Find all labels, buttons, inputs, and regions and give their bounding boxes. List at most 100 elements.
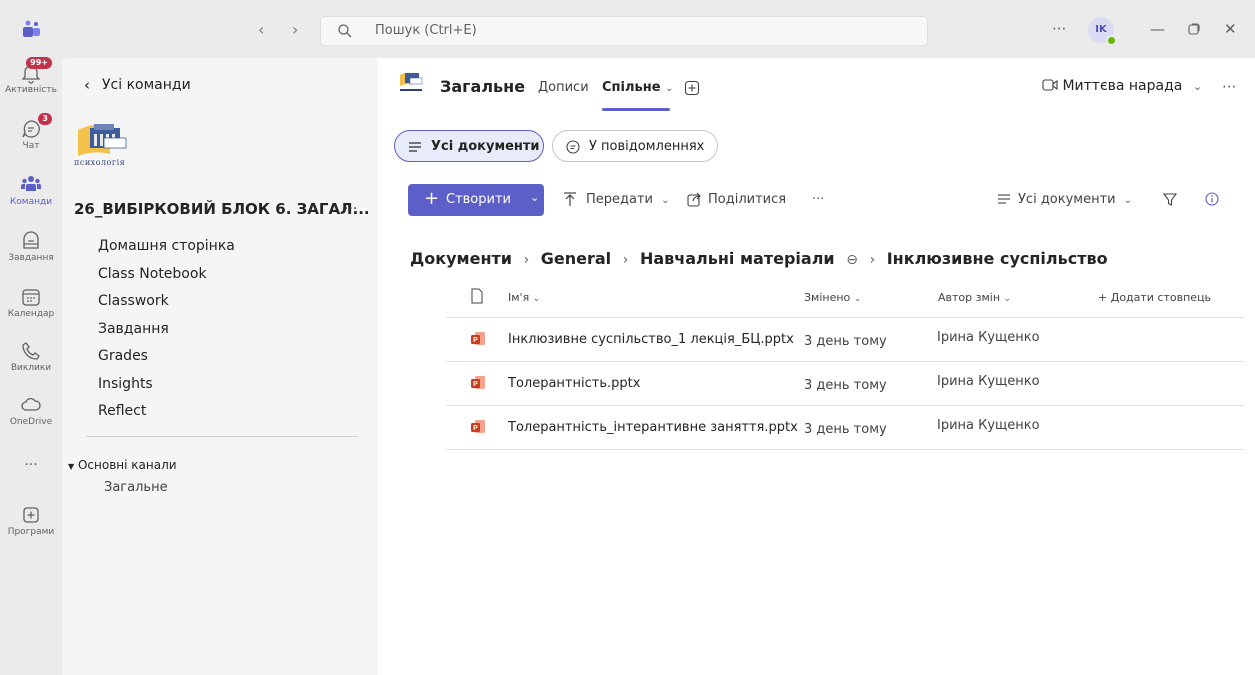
rail-label: Команди — [9, 197, 53, 207]
filter-all-documents[interactable]: Усі документи — [394, 130, 544, 162]
assignments-icon — [20, 230, 42, 252]
rail-item-calendar[interactable]: Календар — [0, 286, 62, 319]
main-content: Загальне Дописи Спільне ⌄ Миттєва нарада… — [378, 58, 1255, 675]
tab-posts[interactable]: Дописи — [538, 80, 589, 95]
add-column-label: Додати стовпець — [1110, 291, 1212, 304]
rail-item-calls[interactable]: Виклики — [0, 340, 62, 373]
link-icon[interactable]: ⊖ — [846, 252, 858, 268]
active-tab-indicator — [602, 108, 670, 111]
svg-text:P: P — [473, 337, 478, 344]
file-modified: 3 день тому — [804, 422, 887, 437]
close-button[interactable]: ✕ — [1224, 20, 1237, 38]
chevron-down-icon: ⌄ — [665, 83, 674, 94]
rail-item-chat[interactable]: 3 Чат — [0, 113, 62, 151]
toolbar-more-button[interactable]: ··· — [812, 192, 824, 207]
tab-shared-label: Спільне — [602, 80, 661, 95]
team-more-options-button[interactable]: ··· — [344, 201, 357, 217]
team-name: 26_ВИБІРКОВИЙ БЛОК 6. ЗАГАЛ... — [74, 200, 370, 218]
rail-label: Виклики — [10, 363, 52, 373]
rail-item-more[interactable]: ··· — [0, 456, 62, 473]
chevron-down-icon: ⌄ — [1123, 195, 1133, 206]
table-row[interactable]: P Толерантність_інтерантивне заняття.ppt… — [446, 406, 1244, 450]
search-icon — [338, 24, 352, 38]
avatar[interactable]: IK — [1088, 17, 1117, 46]
rail-item-teams[interactable]: Команди — [0, 174, 62, 207]
restore-icon[interactable] — [1187, 22, 1201, 36]
list-icon — [409, 142, 421, 152]
column-header-modified[interactable]: Змінено ⌄ — [804, 291, 861, 304]
column-header-name[interactable]: Ім'я ⌄ — [508, 291, 540, 304]
breadcrumb-item-general[interactable]: General — [541, 249, 611, 268]
rail-label: OneDrive — [9, 417, 53, 427]
nav-item-class-notebook[interactable]: Class Notebook — [98, 266, 235, 294]
powerpoint-file-icon: P — [471, 332, 485, 345]
create-label: Створити — [446, 192, 511, 207]
chat-badge: 3 — [38, 113, 52, 125]
table-row[interactable]: P Інклюзивне суспільство_1 лекція_БЦ.ppt… — [446, 318, 1244, 362]
add-tab-icon[interactable] — [684, 80, 700, 96]
nav-item-reflect[interactable]: Reflect — [98, 403, 235, 431]
rail-item-apps[interactable]: Програми — [0, 504, 62, 537]
filter-all-documents-label: Усі документи — [431, 139, 540, 154]
channel-general[interactable]: Загальне — [104, 480, 168, 495]
powerpoint-file-icon: P — [471, 376, 485, 389]
calendar-icon — [20, 286, 42, 308]
info-icon[interactable] — [1204, 191, 1220, 207]
create-button[interactable]: + Створити ⌄ — [408, 184, 544, 216]
channels-section-header[interactable]: ▼ Основні канали — [68, 458, 177, 472]
breadcrumb-separator-icon: › — [869, 252, 876, 268]
column-header-author[interactable]: Автор змін ⌄ — [938, 291, 1011, 304]
file-modified: 3 день тому — [804, 334, 887, 349]
table-row[interactable]: P Толерантність.pptx 3 день тому Ірина К… — [446, 362, 1244, 406]
tab-shared[interactable]: Спільне ⌄ — [602, 80, 673, 95]
app-rail: 99+ Активність 3 Чат Команди Завдання Ка… — [0, 57, 62, 675]
breadcrumb-item-documents[interactable]: Документи — [410, 249, 512, 268]
svg-text:P: P — [473, 425, 478, 432]
avatar-initials: IK — [1095, 24, 1107, 35]
file-type-column-icon[interactable] — [470, 288, 484, 304]
powerpoint-file-icon: P — [471, 420, 485, 433]
chat-icon: 3 — [20, 113, 52, 140]
chat-bubble-icon — [566, 140, 580, 154]
teams-icon — [20, 174, 42, 196]
caret-down-icon: ▼ — [68, 462, 75, 471]
add-column-button[interactable]: + Додати стовпець — [1098, 291, 1211, 304]
channel-team-logo — [398, 70, 424, 96]
breadcrumb-separator-icon: › — [622, 252, 629, 268]
channel-more-options-button[interactable]: ··· — [1222, 78, 1236, 96]
search-placeholder: Пошук (Ctrl+E) — [375, 23, 477, 38]
upload-button[interactable]: Передати ⌄ — [586, 192, 670, 207]
team-logo-text: психологія — [74, 158, 126, 167]
nav-item-home[interactable]: Домашня сторінка — [98, 238, 235, 266]
breadcrumb-item-materials[interactable]: Навчальні матеріали — [640, 249, 835, 268]
file-name[interactable]: Інклюзивне суспільство_1 лекція_БЦ.pptx — [508, 332, 794, 347]
view-selector-label: Усі документи — [1018, 192, 1116, 207]
plus-icon: + — [424, 188, 440, 209]
rail-item-onedrive[interactable]: OneDrive — [0, 394, 62, 427]
minimize-button[interactable]: — — [1150, 20, 1165, 38]
file-name[interactable]: Толерантність_інтерантивне заняття.pptx — [508, 420, 798, 435]
rail-item-activity[interactable]: 99+ Активність — [0, 57, 62, 95]
rail-label: Чат — [22, 141, 40, 151]
filter-in-messages[interactable]: У повідомленнях — [552, 130, 718, 162]
phone-icon — [20, 340, 42, 362]
share-button[interactable]: Поділитися — [708, 192, 786, 207]
file-name[interactable]: Толерантність.pptx — [508, 376, 640, 391]
nav-item-assignments[interactable]: Завдання — [98, 321, 235, 349]
bell-icon: 99+ — [20, 57, 52, 84]
filter-icon[interactable] — [1162, 191, 1178, 207]
rail-label: Завдання — [8, 253, 54, 263]
chevron-down-icon: ⌄ — [661, 195, 670, 206]
nav-item-grades[interactable]: Grades — [98, 348, 235, 376]
view-selector[interactable]: Усі документи ⌄ — [1018, 192, 1132, 207]
rail-item-assignments[interactable]: Завдання — [0, 230, 62, 263]
more-options-button[interactable]: ··· — [1052, 20, 1066, 38]
search-input[interactable]: Пошук (Ctrl+E) — [320, 16, 928, 46]
rail-label: Активність — [5, 85, 57, 95]
plus-icon: + — [1098, 291, 1108, 304]
nav-item-classwork[interactable]: Classwork — [98, 293, 235, 321]
back-arrow-icon[interactable]: ‹ — [258, 20, 264, 39]
meet-now-button[interactable]: Миттєва нарада ⌄ — [1042, 78, 1202, 94]
nav-item-insights[interactable]: Insights — [98, 376, 235, 404]
forward-arrow-icon[interactable]: › — [292, 20, 298, 39]
